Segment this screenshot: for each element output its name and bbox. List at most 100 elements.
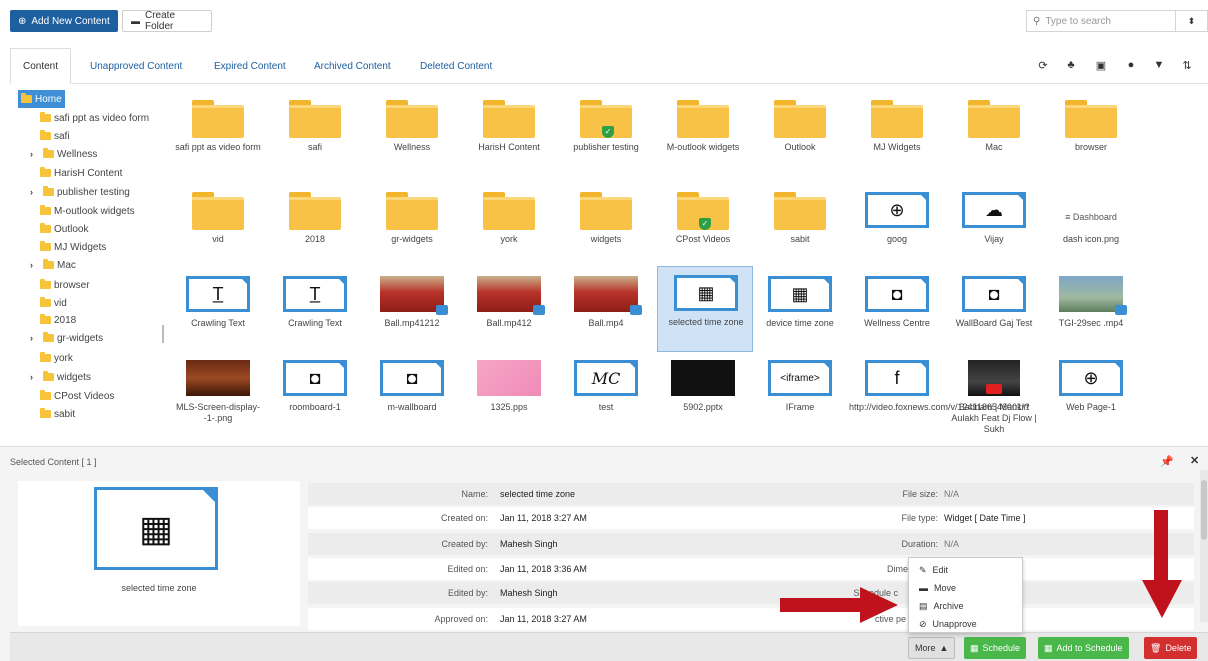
search-options-dropdown[interactable]: ⬍ xyxy=(1176,10,1208,32)
tree-item[interactable]: safi ppt as video form xyxy=(40,109,149,127)
tree-item[interactable]: sabit xyxy=(40,405,75,423)
grid-folder[interactable]: widgets xyxy=(558,184,654,270)
tree-item[interactable]: MJ Widgets xyxy=(40,238,106,256)
tree-item[interactable]: 2018 xyxy=(40,311,76,329)
grid-folder[interactable]: gr-widgets xyxy=(364,184,460,270)
grid-folder[interactable]: Outlook xyxy=(752,92,848,178)
menu-item-move[interactable]: ▬ Move xyxy=(919,579,956,597)
menu-item-unapprove[interactable]: ⊘ Unapprove xyxy=(919,615,977,633)
tree-item[interactable]: › widgets xyxy=(30,368,91,386)
grid-folder[interactable]: MJ Widgets xyxy=(849,92,945,178)
tree-item[interactable]: HarisH Content xyxy=(40,164,122,182)
grid-folder[interactable]: HarisH Content xyxy=(461,92,557,178)
grid-folder[interactable]: M-outlook widgets xyxy=(655,92,751,178)
grid-video[interactable]: Ball.mp41212 xyxy=(364,268,460,354)
grid-presentation[interactable]: 5902.pptx xyxy=(655,352,751,438)
tab-deleted-content[interactable]: Deleted Content xyxy=(408,48,504,84)
tree-item[interactable]: vid xyxy=(40,294,67,312)
filter-icon[interactable]: ▼ xyxy=(1150,56,1168,74)
tree-item[interactable]: › gr-widgets xyxy=(30,329,103,347)
tree-item[interactable]: browser xyxy=(40,276,90,294)
tab-expired-content[interactable]: Expired Content xyxy=(202,48,298,84)
plus-circle-icon: ⊕ xyxy=(18,15,27,27)
grid-folder[interactable]: 2018 xyxy=(267,184,363,270)
pane-splitter[interactable] xyxy=(162,325,164,343)
video-badge-icon xyxy=(533,305,545,315)
info-icon[interactable]: ● xyxy=(1122,56,1140,74)
grid-widget[interactable]: ▦ device time zone xyxy=(752,268,848,354)
tree-item[interactable]: Outlook xyxy=(40,220,88,238)
close-icon[interactable]: ✕ xyxy=(1190,454,1199,467)
grid-widget[interactable]: ◘ WallBoard Gaj Test xyxy=(946,268,1042,354)
grid-widget[interactable]: ◘ m-wallboard xyxy=(364,352,460,438)
grid-folder[interactable]: sabit xyxy=(752,184,848,270)
chevron-right-icon[interactable]: › xyxy=(30,260,40,270)
schedule-button[interactable]: ▦ Schedule xyxy=(964,637,1027,659)
caret-up-icon: ▲ xyxy=(939,643,949,653)
tree-view-icon[interactable]: ♣ xyxy=(1062,56,1080,74)
grid-widget[interactable]: T̲ Crawling Text xyxy=(267,268,363,354)
refresh-icon[interactable]: ⟳ xyxy=(1034,56,1052,74)
tree-item[interactable]: CPost Videos xyxy=(40,387,114,405)
add-new-content-button[interactable]: ⊕ Add New Content xyxy=(10,10,118,32)
grid-folder[interactable]: york xyxy=(461,184,557,270)
tree-item-home[interactable]: Home xyxy=(18,90,65,108)
sort-icon[interactable]: ⇅ xyxy=(1178,56,1196,74)
grid-widget[interactable]: ⊕ goog xyxy=(849,184,945,270)
delete-button[interactable]: 🗑 Delete xyxy=(1144,637,1198,659)
grid-widget[interactable]: f http://video.foxnews.com/v/124118654600… xyxy=(849,352,1029,438)
grid-widget-selected[interactable]: ▦ selected time zone xyxy=(657,266,753,352)
tree-item[interactable]: M-outlook widgets xyxy=(40,202,135,220)
grid-presentation[interactable]: 1325.pps xyxy=(461,352,557,438)
folder-icon xyxy=(40,314,51,324)
grid-widget[interactable]: ◘ Wellness Centre xyxy=(849,268,945,354)
tab-archived-content[interactable]: Archived Content xyxy=(302,48,403,84)
grid-folder[interactable]: safi ppt as video form xyxy=(170,92,266,178)
grid-video[interactable]: Ball.mp412 xyxy=(461,268,557,354)
tree-item[interactable]: › Mac xyxy=(30,256,76,274)
tree-item[interactable]: york xyxy=(40,349,73,367)
grid-folder[interactable]: browser xyxy=(1043,92,1139,178)
grid-widget[interactable]: ⊕ Web Page-1 xyxy=(1043,352,1139,438)
tree-item[interactable]: › publisher testing xyxy=(30,183,130,201)
image-view-icon[interactable]: ▣ xyxy=(1092,56,1110,74)
tree-item[interactable]: › Wellness xyxy=(30,145,97,163)
scroll-thumb[interactable] xyxy=(1201,480,1207,540)
grid-video[interactable]: Badnam | Mankirt Aulakh Feat Dj Flow | S… xyxy=(946,352,1042,438)
chevron-right-icon[interactable]: › xyxy=(30,149,40,159)
grid-video[interactable]: Ball.mp4 xyxy=(558,268,654,354)
folder-icon xyxy=(43,332,54,342)
shield-check-icon: ✓ xyxy=(602,126,614,138)
pin-icon[interactable]: 📌 xyxy=(1160,455,1174,468)
grid-video[interactable]: TGI-29sec .mp4 xyxy=(1043,268,1139,354)
grid-widget[interactable]: T̲ Crawling Text xyxy=(170,268,266,354)
more-button[interactable]: More ▲ xyxy=(908,637,956,659)
grid-widget[interactable]: MC test xyxy=(558,352,654,438)
grid-image[interactable]: MLS-Screen-display--1-.png xyxy=(170,352,266,438)
add-to-schedule-button[interactable]: ▦ Add to Schedule xyxy=(1038,637,1129,659)
tab-unapproved-content[interactable]: Unapproved Content xyxy=(78,48,194,84)
grid-folder[interactable]: Mac xyxy=(946,92,1042,178)
search-icon: ⚲ xyxy=(1033,15,1041,27)
grid-image[interactable]: ≡ Dashboard dash icon.png xyxy=(1043,184,1139,270)
chevron-right-icon[interactable]: › xyxy=(30,333,40,343)
menu-item-edit[interactable]: ✎ Edit xyxy=(919,561,948,579)
create-folder-button[interactable]: ▬ Create Folder xyxy=(122,10,212,32)
grid-widget[interactable]: ◘ roomboard-1 xyxy=(267,352,363,438)
video-badge-icon xyxy=(436,305,448,315)
grid-folder[interactable]: Wellness xyxy=(364,92,460,178)
grid-widget[interactable]: <iframe> IFrame xyxy=(752,352,848,438)
search-input[interactable]: ⚲ Type to search xyxy=(1026,10,1176,32)
chevron-right-icon[interactable]: › xyxy=(30,372,40,382)
grid-folder[interactable]: ✓ CPost Videos xyxy=(655,184,751,270)
grid-folder[interactable]: vid xyxy=(170,184,266,270)
menu-item-archive[interactable]: ▤ Archive xyxy=(919,597,964,615)
tree-item[interactable]: safi xyxy=(40,127,70,145)
grid-folder[interactable]: ✓ publisher testing xyxy=(558,92,654,178)
grid-folder[interactable]: safi xyxy=(267,92,363,178)
crawling-text-icon: T̲ xyxy=(186,276,250,312)
tab-content[interactable]: Content xyxy=(10,48,72,84)
chevron-right-icon[interactable]: › xyxy=(30,187,40,197)
grid-widget[interactable]: ☁ Vijay xyxy=(946,184,1042,270)
folder-icon xyxy=(40,167,51,177)
